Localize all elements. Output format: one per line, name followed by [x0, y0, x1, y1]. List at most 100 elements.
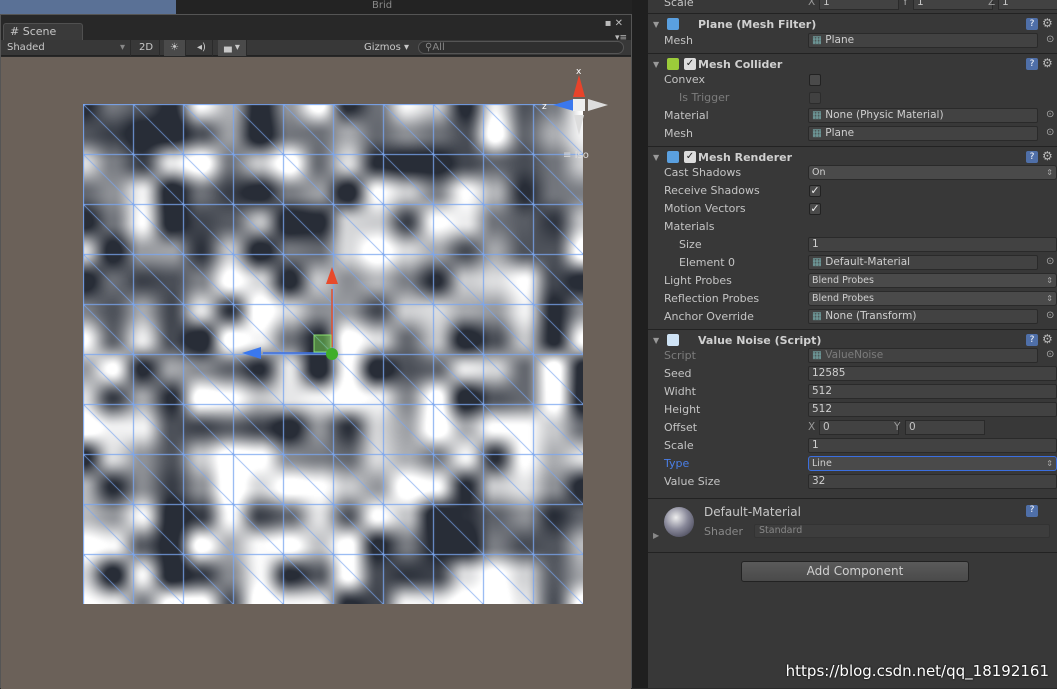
cast-shadows-dropdown[interactable]: On	[808, 165, 1057, 180]
gizmo-z-cone[interactable]	[553, 99, 574, 111]
panel-divider[interactable]	[632, 0, 648, 688]
help-icon[interactable]: ?	[1026, 58, 1038, 70]
scene-search-input[interactable]: ⚲All	[418, 41, 624, 54]
add-component-button[interactable]: Add Component	[741, 561, 969, 582]
scene-viewport[interactable]: x z ≡ Iso	[1, 57, 631, 689]
offset-y-field[interactable]: 0	[905, 420, 985, 435]
maximize-icon[interactable]: ▪	[605, 18, 612, 29]
gizmo-x-label: x	[576, 67, 582, 77]
foldout-icon[interactable]: ▼	[653, 336, 659, 345]
property-scale: Scale 1	[648, 437, 1057, 455]
shading-mode-dropdown[interactable]: Shaded ▾	[1, 40, 131, 56]
convex-checkbox[interactable]	[809, 74, 821, 86]
property-label: Height	[664, 403, 701, 416]
background-panel	[176, 0, 632, 14]
property-label: Seed	[664, 367, 692, 380]
is-trigger-checkbox[interactable]	[809, 92, 821, 104]
gear-icon[interactable]: ⚙	[1042, 56, 1053, 70]
scale-y-field[interactable]: 1	[913, 0, 993, 10]
z-arrow-icon[interactable]	[242, 347, 261, 359]
height-field[interactable]: 512	[808, 402, 1057, 417]
type-dropdown[interactable]: Line	[808, 456, 1057, 471]
property-label: Offset	[664, 421, 698, 434]
material-object-field[interactable]: ▦ None (Physic Material)	[808, 108, 1038, 123]
object-value: None (Physic Material)	[825, 109, 944, 121]
value-size-field[interactable]: 32	[808, 474, 1057, 489]
property-label: Material	[664, 109, 709, 122]
property-anchor-override: Anchor Override ▦ None (Transform) ⊙	[648, 308, 1057, 326]
gizmo-x-cone[interactable]	[573, 75, 585, 97]
gizmos-dropdown[interactable]: Gizmos ▾	[358, 40, 415, 56]
move-tool-handles[interactable]	[1, 57, 631, 689]
property-label: Receive Shadows	[664, 184, 760, 197]
expand-icon[interactable]: ▶	[653, 531, 659, 540]
property-label: Value Size	[664, 475, 721, 488]
2d-toggle[interactable]: 2D	[133, 40, 161, 56]
enabled-checkbox[interactable]: ✓	[684, 58, 696, 70]
tab-scene[interactable]: # Scene	[3, 23, 83, 40]
effects-toggle-icon[interactable]: ▄ ▾	[218, 40, 247, 56]
shader-dropdown[interactable]: Standard	[754, 524, 1050, 538]
property-label: Scale	[664, 439, 694, 452]
element-0-object-field[interactable]: ▦ Default-Material	[808, 255, 1038, 270]
asset-icon: ▦	[812, 256, 822, 268]
projection-toggle[interactable]: ≡ Iso	[563, 150, 589, 161]
seed-field[interactable]: 12585	[808, 366, 1057, 381]
foldout-icon[interactable]: ▼	[653, 153, 659, 162]
object-value: Default-Material	[825, 256, 911, 268]
object-picker-icon[interactable]: ⊙	[1046, 127, 1054, 138]
component-title: Mesh Collider	[698, 58, 783, 71]
scale-x-field[interactable]: 1	[819, 0, 899, 10]
mesh-object-field[interactable]: ▦ Plane	[808, 126, 1038, 141]
gear-icon[interactable]: ⚙	[1042, 149, 1053, 163]
script-object-field[interactable]: ▦ ValueNoise	[808, 348, 1038, 363]
scale-field[interactable]: 1	[808, 438, 1057, 453]
object-picker-icon[interactable]: ⊙	[1046, 310, 1054, 321]
mesh-object-field[interactable]: ▦ Plane	[808, 33, 1038, 48]
anchor-override-object-field[interactable]: ▦ None (Transform)	[808, 309, 1038, 324]
property-height: Height 512	[648, 401, 1057, 419]
lighting-toggle-icon[interactable]: ☀	[164, 40, 186, 56]
offset-x-field[interactable]: 0	[819, 420, 899, 435]
motion-vectors-checkbox[interactable]: ✓	[809, 203, 821, 215]
property-reflection-probes: Reflection Probes Blend Probes	[648, 290, 1057, 308]
gizmo-neg-x-cone[interactable]	[588, 99, 608, 111]
gear-icon[interactable]: ⚙	[1042, 332, 1053, 346]
object-picker-icon[interactable]: ⊙	[1046, 349, 1054, 360]
help-icon[interactable]: ?	[1026, 334, 1038, 346]
x-axis-handle[interactable]	[326, 348, 338, 360]
scene-toolbar: Shaded ▾ 2D ☀ ◂) ▄ ▾ Gizmos ▾ ⚲All	[1, 40, 631, 56]
property-script: Script ▦ ValueNoise ⊙	[648, 347, 1057, 365]
help-icon[interactable]: ?	[1026, 505, 1038, 517]
orientation-gizmo[interactable]: x z	[536, 67, 611, 147]
property-label: Mesh	[664, 127, 693, 140]
scale-z-field[interactable]: 1	[998, 0, 1057, 10]
property-label: Anchor Override	[664, 310, 754, 323]
object-picker-icon[interactable]: ⊙	[1046, 34, 1054, 45]
component-title: Plane (Mesh Filter)	[698, 18, 817, 31]
object-picker-icon[interactable]: ⊙	[1046, 109, 1054, 120]
help-icon[interactable]: ?	[1026, 18, 1038, 30]
widht-field[interactable]: 512	[808, 384, 1057, 399]
size-field[interactable]: 1	[808, 237, 1057, 252]
object-picker-icon[interactable]: ⊙	[1046, 256, 1054, 267]
help-icon[interactable]: ?	[1026, 151, 1038, 163]
close-icon[interactable]: ✕	[615, 18, 623, 29]
enabled-checkbox[interactable]: ✓	[684, 151, 696, 163]
property-element-0: Element 0 ▦ Default-Material ⊙	[648, 254, 1057, 272]
receive-shadows-checkbox[interactable]: ✓	[809, 185, 821, 197]
gizmo-neg-y-cone[interactable]	[574, 115, 584, 135]
light-probes-dropdown[interactable]: Blend Probes	[808, 273, 1057, 288]
foldout-icon[interactable]: ▼	[653, 20, 659, 29]
property-label: Size	[679, 238, 702, 251]
property-label: Mesh	[664, 34, 693, 47]
foldout-icon[interactable]: ▼	[653, 60, 659, 69]
gizmo-z-label: z	[542, 102, 547, 112]
mesh-renderer-icon	[667, 151, 679, 163]
gear-icon[interactable]: ⚙	[1042, 16, 1053, 30]
y-arrow-icon[interactable]	[326, 267, 338, 284]
audio-toggle-icon[interactable]: ◂)	[191, 40, 213, 56]
tab-label: Scene	[22, 25, 57, 38]
reflection-probes-dropdown[interactable]: Blend Probes	[808, 291, 1057, 306]
gizmo-center-cube[interactable]	[573, 99, 585, 111]
